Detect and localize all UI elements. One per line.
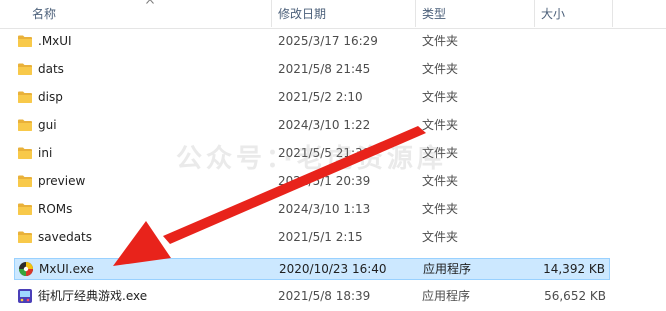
file-type: 文件夹 bbox=[422, 34, 459, 48]
file-size: 56,652 KB bbox=[544, 289, 606, 303]
file-name: 街机厅经典游戏.exe bbox=[38, 289, 148, 303]
column-divider[interactable] bbox=[612, 0, 613, 27]
file-name: dats bbox=[38, 62, 64, 76]
folder-icon bbox=[18, 35, 32, 47]
folder-icon bbox=[18, 147, 32, 159]
column-header-size[interactable]: 大小 bbox=[541, 6, 565, 22]
file-name: MxUI.exe bbox=[39, 262, 94, 276]
arcade-app-icon bbox=[18, 289, 32, 303]
file-name: .MxUI bbox=[38, 34, 72, 48]
mxui-app-icon bbox=[19, 262, 33, 276]
file-name: savedats bbox=[38, 230, 93, 244]
folder-icon bbox=[18, 203, 32, 215]
file-name: disp bbox=[38, 90, 63, 104]
column-header-type[interactable]: 类型 bbox=[422, 6, 446, 22]
file-date: 2020/10/23 16:40 bbox=[279, 262, 387, 276]
column-header-name[interactable]: 名称 bbox=[32, 6, 56, 22]
folder-icon bbox=[18, 63, 32, 75]
file-type: 应用程序 bbox=[423, 262, 472, 276]
column-header-date[interactable]: 修改日期 bbox=[278, 6, 326, 22]
file-date: 2021/5/2 2:10 bbox=[278, 90, 363, 104]
file-row[interactable]: .MxUI 2025/3/17 16:29 文件夹 bbox=[14, 31, 610, 52]
column-divider[interactable] bbox=[415, 0, 416, 27]
file-size: 14,392 KB bbox=[543, 262, 605, 276]
file-row[interactable]: ROMs 2024/3/10 1:13 文件夹 bbox=[14, 199, 610, 220]
file-date: 2021/5/8 18:39 bbox=[278, 289, 371, 303]
column-header-bar: 名称 修改日期 类型 大小 bbox=[0, 0, 666, 29]
file-name: gui bbox=[38, 118, 57, 132]
file-date: 2021/5/8 21:45 bbox=[278, 62, 371, 76]
column-divider[interactable] bbox=[271, 0, 272, 27]
folder-icon bbox=[18, 91, 32, 103]
file-name: ini bbox=[38, 146, 53, 160]
file-type: 文件夹 bbox=[422, 202, 459, 216]
file-type: 文件夹 bbox=[422, 90, 459, 104]
file-type: 文件夹 bbox=[422, 62, 459, 76]
sort-ascending-icon bbox=[146, 0, 154, 4]
file-row[interactable]: 街机厅经典游戏.exe 2021/5/8 18:39 应用程序 56,652 K… bbox=[14, 286, 610, 307]
file-row-selected[interactable]: MxUI.exe 2020/10/23 16:40 应用程序 14,392 KB bbox=[14, 258, 610, 280]
folder-icon bbox=[18, 175, 32, 187]
folder-icon bbox=[18, 119, 32, 131]
file-date: 2021/5/1 2:15 bbox=[278, 230, 363, 244]
file-date: 2025/3/17 16:29 bbox=[278, 34, 378, 48]
file-type: 应用程序 bbox=[422, 289, 471, 303]
file-row[interactable]: gui 2024/3/10 1:22 文件夹 bbox=[14, 115, 610, 136]
file-row[interactable]: disp 2021/5/2 2:10 文件夹 bbox=[14, 87, 610, 108]
file-name: preview bbox=[38, 174, 86, 188]
file-row[interactable]: savedats 2021/5/1 2:15 文件夹 bbox=[14, 227, 610, 248]
column-divider[interactable] bbox=[534, 0, 535, 27]
folder-icon bbox=[18, 231, 32, 243]
file-type: 文件夹 bbox=[422, 230, 459, 244]
file-date: 2024/3/10 1:13 bbox=[278, 202, 371, 216]
file-row[interactable]: dats 2021/5/8 21:45 文件夹 bbox=[14, 59, 610, 80]
watermark-text: 公众号：·老虎资源库 bbox=[176, 144, 447, 174]
file-date: 2024/3/10 1:22 bbox=[278, 118, 371, 132]
file-type: 文件夹 bbox=[422, 118, 459, 132]
file-name: ROMs bbox=[38, 202, 73, 216]
